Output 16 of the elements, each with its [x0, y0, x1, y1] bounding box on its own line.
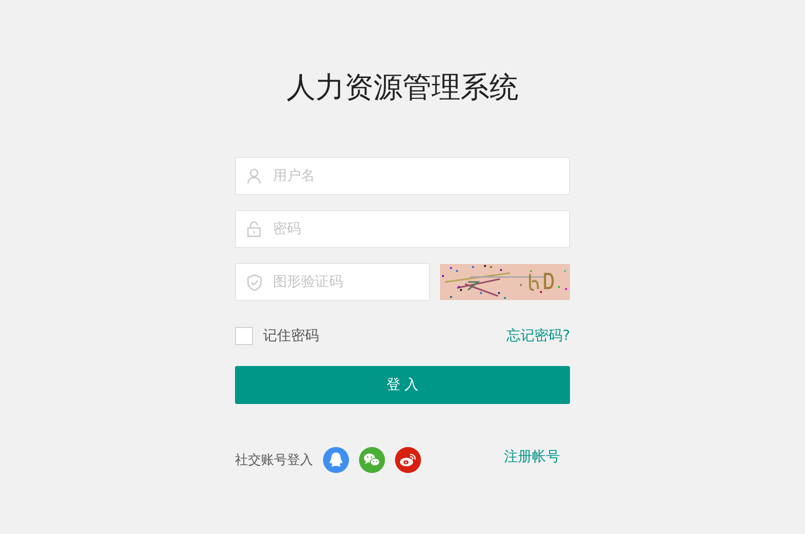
shield-check-icon: [247, 274, 262, 291]
chat-bubbles-icon[interactable]: [359, 447, 385, 473]
user-icon: [247, 168, 261, 184]
eye-swirl-icon[interactable]: [395, 447, 421, 473]
login-button[interactable]: 登 入: [235, 366, 570, 404]
username-field[interactable]: 用户名: [235, 157, 570, 195]
register-link[interactable]: 注册帐号: [504, 448, 560, 466]
social-login-label: 社交账号登入: [235, 452, 313, 469]
forgot-password-link[interactable]: 忘记密码?: [506, 327, 570, 345]
page-title: 人力资源管理系统: [286, 69, 520, 106]
penguin-icon[interactable]: [323, 447, 349, 473]
password-field[interactable]: 密码: [235, 210, 570, 248]
captcha-field[interactable]: 图形验证码: [235, 263, 430, 301]
remember-label: 记住密码: [263, 327, 319, 345]
remember-checkbox[interactable]: [235, 327, 253, 345]
lock-icon: [247, 221, 261, 237]
